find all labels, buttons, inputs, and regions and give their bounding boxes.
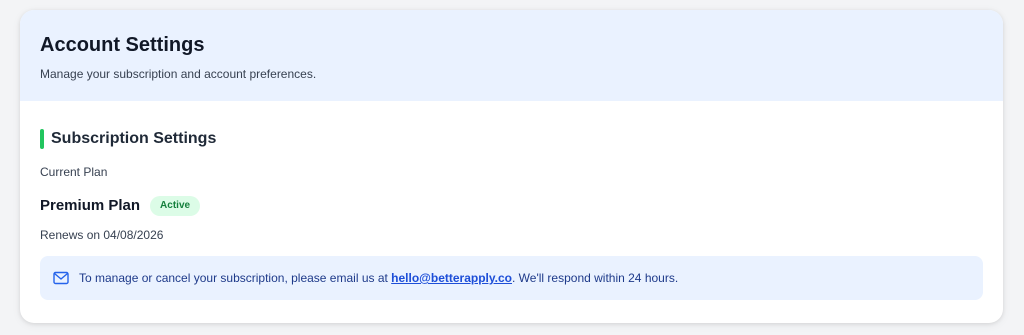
contact-notice: To manage or cancel your subscription, p… [40,256,983,300]
section-accent-bar [40,129,44,149]
page-title: Account Settings [40,34,205,56]
current-plan-label: Current Plan [40,165,108,179]
plan-row: Premium Plan Active [40,196,983,216]
mail-icon [53,271,69,285]
section-title-text: Subscription Settings [51,130,217,147]
plan-name: Premium Plan [40,197,141,214]
support-email-link[interactable]: hello@betterapply.co [391,271,512,285]
notice-text-after: . We'll respond within 24 hours. [512,271,679,285]
notice-text: To manage or cancel your subscription, p… [79,271,678,285]
page-subtitle: Manage your subscription and account pre… [40,67,317,81]
section-title: Subscription Settings [40,129,983,149]
card-header: Account Settings Manage your subscriptio… [20,10,1003,101]
status-badge: Active [150,196,201,216]
account-settings-card: Account Settings Manage your subscriptio… [20,10,1003,323]
subscription-section: Subscription Settings Current Plan Premi… [20,101,1003,300]
notice-text-before: To manage or cancel your subscription, p… [79,271,392,285]
renewal-date: Renews on 04/08/2026 [40,228,164,242]
